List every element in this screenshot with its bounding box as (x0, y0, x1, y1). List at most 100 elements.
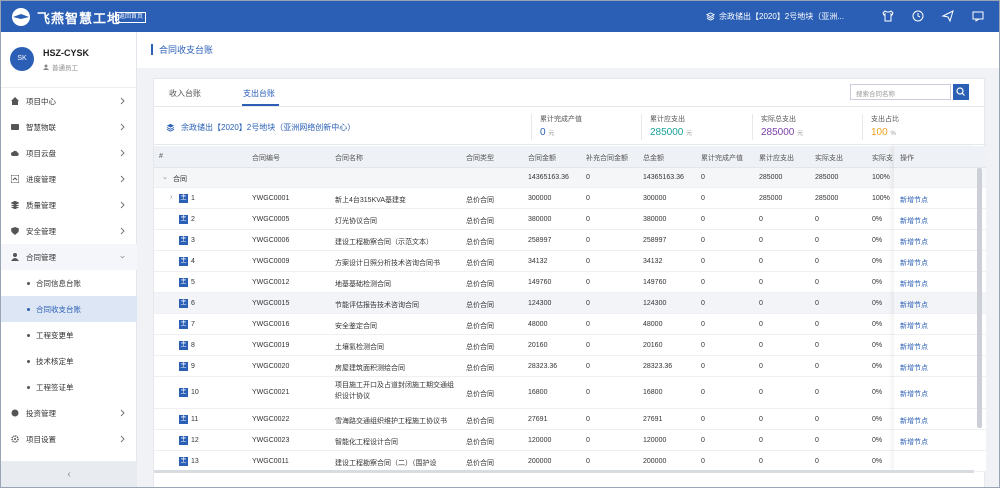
collapse-caret-icon[interactable]: ⌄ (162, 173, 168, 181)
cell-name[interactable]: 建设工程勘察合同（二）（围护设 (335, 458, 437, 468)
back-home-button[interactable]: 返回首页 (116, 12, 147, 23)
sidebar-item-quality[interactable]: 质量管理 (1, 192, 137, 218)
table-row[interactable]: › 主 1 YWGC0001 新上4台315KVA基建变 总价合同 300000 0 30000… (154, 188, 986, 209)
stat-actual-paid: 实际总支出 285000 元 (752, 114, 803, 140)
sidebar-item-iot[interactable]: 智慧物联 (1, 114, 137, 140)
contract-icon (11, 253, 19, 261)
sidebar-item-progress[interactable]: 进度管理 (1, 166, 137, 192)
sidebar-subitem-contract-info[interactable]: 合同信息台账 (1, 270, 137, 296)
sidebar-subitem-contract-ledger[interactable]: 合同收支台账 (1, 296, 137, 322)
cell-type: 总价合同 (466, 260, 494, 267)
tab-expense[interactable]: 支出台账 (243, 88, 275, 99)
table-row[interactable]: 主 8 YWGC0019 土壤氡检测合同 总价合同 20160 0 20160 0 0 0 0% 新增节… (154, 335, 986, 356)
cell-name[interactable]: 智能化工程设计合同 (335, 437, 398, 447)
sidebar-subitem-label: 工程变更单 (36, 330, 74, 340)
project-name: 余政储出【2020】2号地块（亚洲... (719, 12, 844, 21)
cell-name[interactable]: 新上4台315KVA基建变 (335, 195, 406, 205)
col-name: 合同名称 (335, 155, 363, 162)
stat-value: 285000 元 (761, 127, 804, 138)
sidebar-subitem-visa[interactable]: 工程签证单 (1, 374, 137, 400)
table-row[interactable]: 主 4 YWGC0009 方案设计日照分析技术咨询合同书 总价合同 34132 0 34132… (154, 251, 986, 272)
stat-cumulative-output: 累计完成产值 0 元 (531, 114, 582, 140)
cell-total: 14365163.36 (643, 174, 684, 181)
vertical-scrollbar[interactable] (977, 168, 982, 428)
horizontal-scrollbar[interactable] (154, 470, 974, 473)
sidebar-item-settings[interactable]: 项目设置 (1, 426, 137, 452)
sidebar-subitem-tech-approval[interactable]: 技术核定单 (1, 348, 137, 374)
table-row[interactable]: 主 9 YWGC0020 房屋建筑面积测绘合同 总价合同 28323.36 0 28323.3… (154, 356, 986, 377)
cell-index: 10 (191, 389, 199, 396)
col-ratio: 实际支 (872, 155, 893, 162)
message-icon[interactable] (971, 9, 985, 23)
send-icon[interactable] (941, 9, 955, 23)
summary-bar: 余政储出【2020】2号地块（亚洲网络创新中心） 累计完成产值 0 元 累计应支… (154, 107, 986, 145)
contract-type-badge: 主 (179, 457, 188, 466)
contract-type-badge: 主 (179, 299, 188, 308)
search-input[interactable]: 搜索合同名称 (850, 84, 951, 100)
cell-index: 11 (191, 416, 199, 423)
cell-amount: 28323.36 (528, 363, 558, 370)
reminder-icon[interactable] (911, 9, 925, 23)
table-row[interactable]: 主 10 YWGC0021 项目施工开口及占道封闭施工期交通组织设计协议 总价合同 168… (154, 377, 986, 409)
cell-due: 0 (759, 389, 763, 396)
cell-name[interactable]: 房屋建筑面积测绘合同 (335, 363, 405, 373)
table-row[interactable]: 主 7 YWGC0016 安全鉴定合同 总价合同 48000 0 48000 0 0 0 0% 新增节点 (154, 314, 986, 335)
sidebar-item-investment[interactable]: 投资管理 (1, 400, 137, 426)
cell-name[interactable]: 方案设计日照分析技术咨询合同书 (335, 258, 440, 268)
table-row[interactable]: 主 6 YWGC0015 节能评估报告技术咨询合同 总价合同 124300 0 124300 0… (154, 293, 986, 314)
cell-amount: 14365163.36 (528, 174, 569, 181)
sidebar-item-contract[interactable]: 合同管理 (1, 244, 137, 270)
cell-done: 0 (701, 363, 705, 370)
cell-type: 总价合同 (466, 391, 494, 398)
cell-code: YWGC0006 (252, 237, 290, 244)
cell-amount: 124300 (528, 300, 552, 307)
cell-supp: 0 (586, 416, 590, 423)
cell-done: 0 (701, 216, 705, 223)
sidebar-subitem-change-order[interactable]: 工程变更单 (1, 322, 137, 348)
sidebar: SK HSZ-CYSK 普通员工 项目中心 智慧物联 项目云盘 进度管理 质量管… (1, 32, 137, 487)
expand-row-icon[interactable]: › (170, 194, 172, 201)
tab-income[interactable]: 收入台账 (169, 88, 201, 99)
sidebar-item-cloud[interactable]: 项目云盘 (1, 140, 137, 166)
contract-type-badge: 主 (179, 388, 188, 397)
cell-due: 0 (759, 279, 763, 286)
shirt-icon[interactable] (881, 9, 895, 23)
cell-name[interactable]: 灯光协议合同 (335, 216, 377, 226)
table-row[interactable]: 主 3 YWGC0006 建设工程勘察合同（示范文本） 总价合同 258997 0 25899… (154, 230, 986, 251)
cell-name[interactable]: 建设工程勘察合同（示范文本） (335, 237, 433, 247)
avatar[interactable]: SK (10, 47, 34, 71)
sidebar-item-safety[interactable]: 安全管理 (1, 218, 137, 244)
cell-ratio: 0% (872, 279, 883, 286)
cell-name[interactable]: 节能评估报告技术咨询合同 (335, 300, 419, 310)
col-amount: 合同金额 (528, 155, 556, 162)
sidebar-collapse-button[interactable]: ‹ (1, 461, 137, 487)
cell-code: YWGC0005 (252, 216, 290, 223)
cell-ratio: 100% (872, 174, 890, 181)
sidebar-item-project-center[interactable]: 项目中心 (1, 88, 137, 114)
summary-title: 余政储出【2020】2号地块（亚洲网络创新中心） (166, 122, 355, 133)
cell-name[interactable]: 项目施工开口及占道封闭施工期交通组织设计协议 (335, 380, 460, 402)
cell-supp: 0 (586, 216, 590, 223)
cell-name[interactable]: 雪海路交通组织维护工程施工协议书 (335, 416, 447, 426)
table-group-row[interactable]: ⌄ 合同 14365163.36 0 14365163.36 0 285000 285000 1… (154, 168, 986, 188)
cell-index: 12 (191, 437, 199, 444)
table-row[interactable]: 主 2 YWGC0005 灯光协议合同 总价合同 380000 0 380000 0 0 0 0% 新增… (154, 209, 986, 230)
table-row[interactable]: 主 11 YWGC0022 雪海路交通组织维护工程施工协议书 总价合同 27691 0 276… (154, 409, 986, 430)
stat-label: 支出占比 (871, 116, 899, 123)
search-button[interactable] (953, 84, 969, 100)
cell-name[interactable]: 地基基础检测合同 (335, 279, 391, 289)
shield-icon (11, 227, 19, 235)
cell-amount: 48000 (528, 321, 548, 328)
cell-paid: 285000 (815, 174, 839, 181)
table-row[interactable]: 主 13 YWGC0011 建设工程勘察合同（二）（围护设 总价合同 200000 0 200… (154, 451, 986, 472)
cell-name[interactable]: 土壤氡检测合同 (335, 342, 384, 352)
cell-done: 0 (701, 174, 705, 181)
cell-due: 0 (759, 321, 763, 328)
table-row[interactable]: 主 5 YWGC0012 地基基础检测合同 总价合同 149760 0 149760 0 0 0 0%… (154, 272, 986, 293)
cell-total: 120000 (643, 437, 667, 444)
cell-due: 0 (759, 237, 763, 244)
project-selector[interactable]: 余政储出【2020】2号地块（亚洲... (706, 11, 844, 22)
table-row[interactable]: 主 12 YWGC0023 智能化工程设计合同 总价合同 120000 0 120000 0 0 0… (154, 430, 986, 451)
cell-name[interactable]: 安全鉴定合同 (335, 321, 377, 331)
cell-code: YWGC0015 (252, 300, 290, 307)
